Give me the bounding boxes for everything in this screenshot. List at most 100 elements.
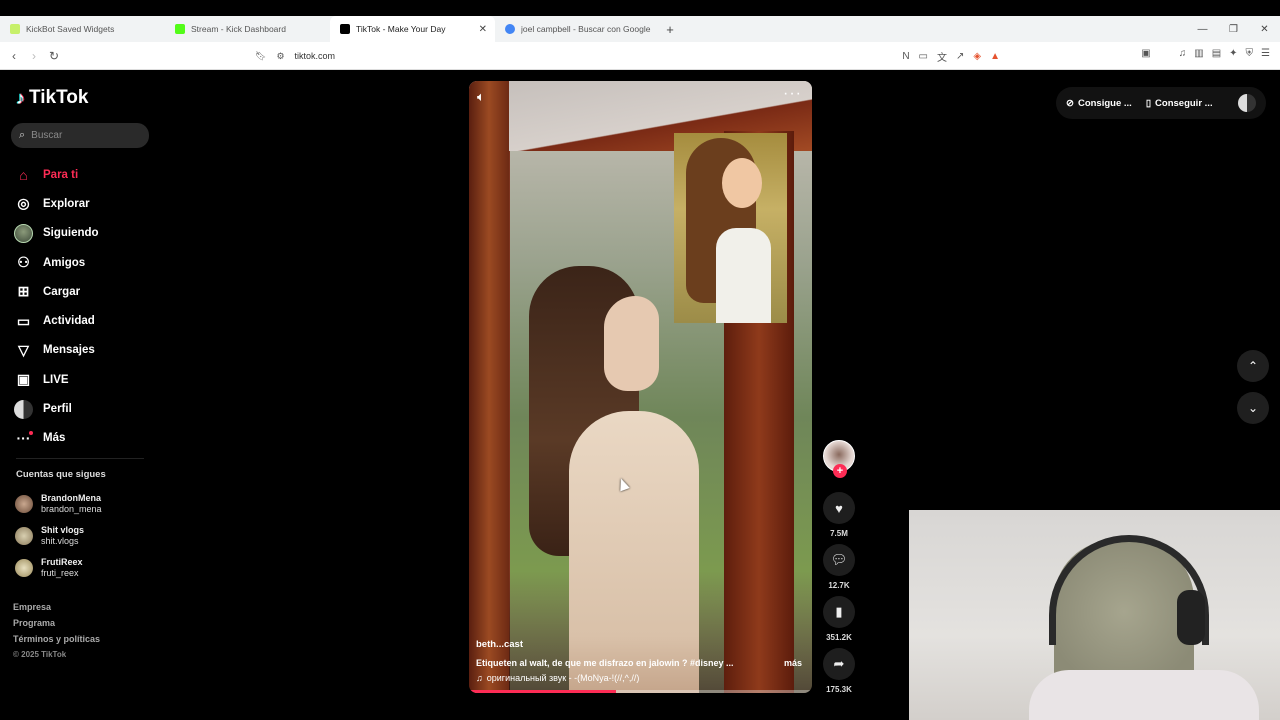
menu-icon[interactable]: ☰ [1261, 48, 1270, 59]
sidebar-item-mas[interactable]: ··· Más [14, 424, 99, 453]
avatar [15, 495, 33, 513]
comment-action[interactable]: 💬︎ 12.7K [823, 544, 855, 590]
home-icon: ⌂ [19, 166, 28, 183]
translate-icon[interactable]: 文 [937, 49, 947, 64]
tab-kick-dashboard[interactable]: Stream - Kick Dashboard [165, 16, 330, 42]
back-icon[interactable]: ‹ [4, 46, 24, 66]
like-count: 7.5M [830, 529, 848, 538]
following-item[interactable]: FrutiReex fruti_reex [15, 552, 102, 584]
browser-toolbar: ‹ › ↻ 🔖︎ ⚙︎ tiktok.com N ▭ 文 ↗ ◈ ▲ ▣ ♫ ▥… [0, 42, 1280, 70]
video-progress-bar[interactable] [469, 690, 812, 693]
video-progress-fill [469, 690, 617, 693]
next-video-button[interactable]: ⌄ [1237, 392, 1269, 424]
creator-avatar[interactable]: + [823, 440, 855, 478]
phone-icon: ▯ [1145, 97, 1152, 109]
tab-strip: KickBot Saved Widgets Stream - Kick Dash… [0, 16, 1280, 42]
compass-icon: ◎ [17, 195, 30, 212]
video-player[interactable]: 🔈︎ ··· beth...cast Etiqueten al walt, de… [469, 81, 812, 693]
footer-link-terminos[interactable]: Términos y políticas [13, 634, 100, 644]
get-app-label: Conseguir ... [1155, 97, 1213, 109]
video-author[interactable]: beth...cast [476, 639, 806, 650]
video-caption: beth...cast Etiqueten al walt, de que me… [476, 639, 806, 683]
tab-kickbot[interactable]: KickBot Saved Widgets [0, 16, 165, 42]
following-item[interactable]: Shit vlogs shit.vlogs [15, 520, 102, 552]
sidebar-item-explorar[interactable]: ◎ Explorar [14, 189, 99, 218]
heart-icon[interactable]: ♥ [823, 492, 855, 524]
tiktok-logo[interactable]: ♪ TikTok [16, 87, 88, 109]
sidebar-item-mensajes[interactable]: ▽ Mensajes [14, 336, 99, 365]
sidebar-panel-icon[interactable]: ▣ [1141, 48, 1150, 59]
music-icon[interactable]: ♫ [1179, 48, 1187, 59]
description-text: Etiqueten al walt, de que me disfrazo en… [476, 658, 734, 668]
comment-icon[interactable]: 💬︎ [823, 544, 855, 576]
search-box[interactable]: ⌕ [11, 123, 149, 148]
sidebar-item-label: Amigos [43, 256, 86, 269]
get-app-button[interactable]: ▯ Conseguir ... [1146, 98, 1213, 109]
footer-link-empresa[interactable]: Empresa [13, 602, 100, 612]
save-action[interactable]: ▮ 351.2K [823, 596, 855, 642]
share-icon[interactable]: ↗ [956, 51, 964, 62]
window-controls: — ❐ ✕ [1187, 16, 1280, 42]
reload-icon[interactable]: ↻ [44, 46, 64, 66]
search-input[interactable] [31, 130, 132, 141]
sidebar-item-actividad[interactable]: ▭ Actividad [14, 306, 99, 335]
get-coins-label: Consigue ... [1077, 97, 1132, 109]
sidebar-item-label: Cargar [43, 285, 81, 298]
following-name: BrandonMena [41, 493, 102, 503]
tiktok-note-icon: ♪ [16, 87, 25, 108]
tab-google[interactable]: joel campbell - Buscar con Google [495, 16, 660, 42]
previous-video-button[interactable]: ⌃ [1237, 350, 1269, 382]
tab-close-icon[interactable]: ✕ [479, 24, 487, 35]
sidebar-item-perfil[interactable]: Perfil [14, 394, 99, 423]
profile-avatar[interactable] [1238, 94, 1256, 112]
upload-icon: ⊞ [17, 283, 30, 300]
footer-link-programa[interactable]: Programa [13, 618, 100, 628]
bookmark-icon[interactable]: ▮ [823, 596, 855, 628]
volume-icon[interactable]: 🔈︎ [477, 89, 485, 105]
forward-icon[interactable]: › [24, 46, 44, 66]
reader-icon[interactable]: N [902, 51, 909, 62]
video-sound[interactable]: ♫ оригинальный звук - -(MoNya-!(//,^,//) [476, 673, 806, 683]
vpn-icon[interactable]: ⛨ [1246, 48, 1254, 59]
logo-text: TikTok [29, 87, 89, 108]
share-action[interactable]: ➦ 175.3K [823, 648, 855, 694]
share-arrow-icon[interactable]: ➦ [823, 648, 855, 680]
brave-rewards-icon[interactable]: ▲ [990, 51, 1000, 62]
sidebar-item-label: Explorar [43, 197, 90, 210]
headset-ear [1177, 590, 1205, 645]
bookmark-icon[interactable]: 🔖︎ [255, 51, 266, 62]
wallet-icon[interactable]: ▤ [1212, 48, 1221, 59]
sidebar-item-siguiendo[interactable]: Siguiendo [14, 219, 99, 248]
sidebar-item-label: Para ti [43, 168, 79, 181]
new-tab-button[interactable]: + [660, 16, 680, 42]
url-text[interactable]: tiktok.com [295, 51, 336, 61]
webcam-hoodie [1029, 670, 1259, 720]
get-coins-button[interactable]: ⊘ Consigue ... [1066, 98, 1132, 109]
leo-ai-icon[interactable]: ✦ [1229, 48, 1237, 59]
sidebar-item-para-ti[interactable]: ⌂ Para ti [14, 160, 99, 189]
follow-plus-icon[interactable]: + [833, 464, 847, 478]
sidebar-item-amigos[interactable]: ⚇ Amigos [14, 248, 99, 277]
following-avatar-icon [14, 223, 33, 243]
sidebar-item-live[interactable]: ▣ LIVE [14, 365, 99, 394]
sidebar-item-cargar[interactable]: ⊞ Cargar [14, 277, 99, 306]
brave-shield-icon[interactable]: ◈ [973, 51, 981, 62]
tab-title: Stream - Kick Dashboard [191, 24, 286, 34]
cast-icon[interactable]: ▭ [919, 51, 928, 62]
following-item[interactable]: BrandonMena brandon_mena [15, 488, 102, 520]
split-view-icon[interactable]: ▥ [1194, 48, 1203, 59]
tab-tiktok[interactable]: TikTok - Make Your Day ✕ [330, 16, 495, 42]
video-more-icon[interactable]: ··· [783, 85, 802, 103]
coin-icon: ⊘ [1066, 97, 1074, 109]
close-window-icon[interactable]: ✕ [1249, 16, 1280, 42]
more-text-button[interactable]: más [784, 658, 802, 668]
address-bar[interactable]: 🔖︎ ⚙︎ tiktok.com N ▭ 文 ↗ ◈ ▲ [255, 46, 1000, 66]
like-action[interactable]: ♥ 7.5M [823, 492, 855, 538]
restore-icon[interactable]: ❐ [1218, 16, 1249, 42]
video-inset-image [674, 133, 787, 323]
video-scene [604, 296, 659, 391]
following-handle: brandon_mena [41, 504, 102, 514]
minimize-icon[interactable]: — [1187, 16, 1218, 42]
site-info-icon[interactable]: ⚙︎ [276, 51, 284, 62]
sidebar-item-label: LIVE [43, 373, 69, 386]
